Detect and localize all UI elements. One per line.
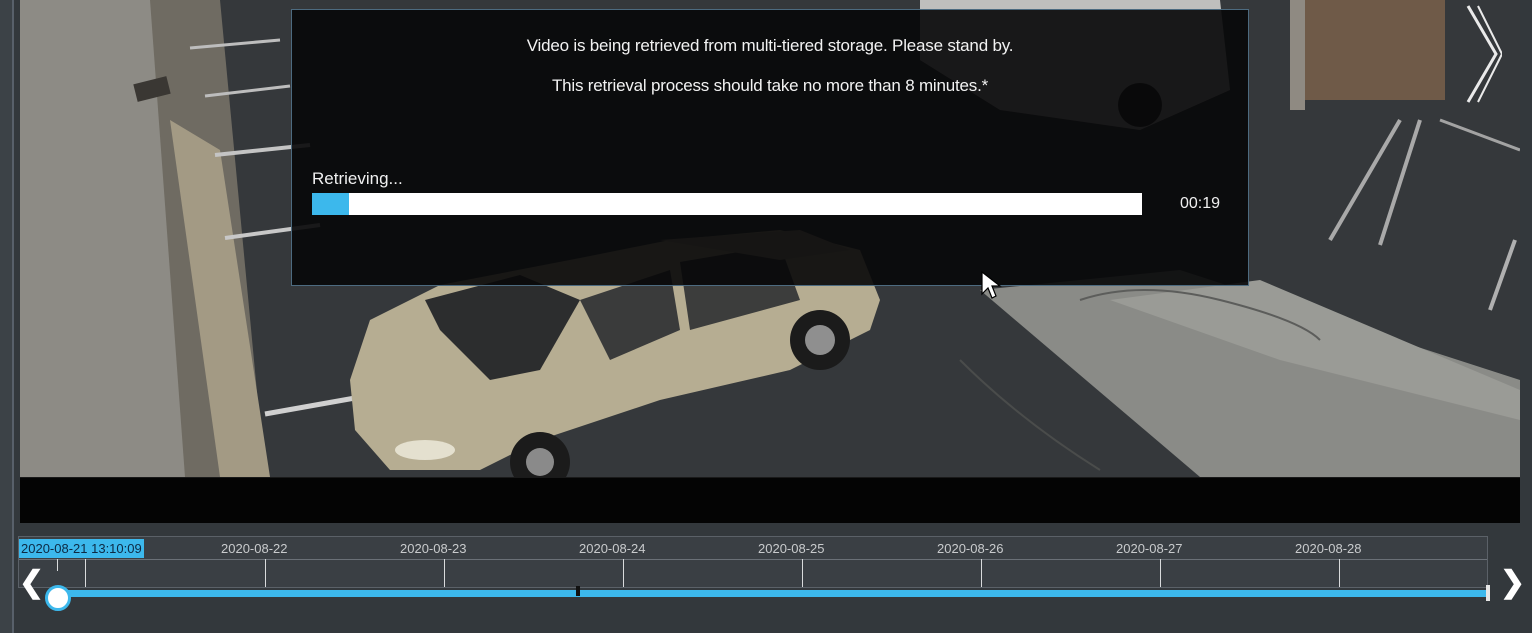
retrieving-status-label: Retrieving... <box>312 169 403 188</box>
timeline-date-label: 2020-08-27 <box>1116 541 1183 556</box>
elapsed-time: 00:19 <box>1180 195 1221 212</box>
timeline-tick <box>85 559 86 587</box>
timeline-date-label: 2020-08-24 <box>579 541 646 556</box>
timeline-day-tick <box>802 559 803 587</box>
timeline-date-label: 2020-08-26 <box>937 541 1004 556</box>
timeline-date-label: 2020-08-22 <box>221 541 288 556</box>
playback-timeline[interactable]: 2020-08-21 13:10:09 2020-08-22 2020-08-23… <box>18 536 1488 588</box>
timeline-day-tick <box>623 559 624 587</box>
current-timestamp: 2020-08-21 13:10:09 <box>19 539 144 558</box>
retrieval-message: Video is being retrieved from multi-tier… <box>526 36 1014 55</box>
timeline-date-label: 2020-08-23 <box>400 541 467 556</box>
retrieval-time-estimate: This retrieval process should take no mo… <box>551 76 989 95</box>
timeline-divider <box>19 559 1487 560</box>
mouse-pointer-icon <box>981 270 1002 299</box>
timeline-day-tick <box>1339 559 1340 587</box>
video-letterbox <box>20 477 1520 523</box>
timeline-scrub-track[interactable] <box>58 590 1490 597</box>
timeline-marker <box>576 586 580 596</box>
timeline-scrub-handle[interactable] <box>45 585 71 611</box>
window-left-border <box>0 0 14 633</box>
timeline-end-marker <box>1486 585 1490 601</box>
retrieval-dialog: Video is being retrieved from multi-tier… <box>291 9 1249 286</box>
timeline-date-label: 2020-08-25 <box>758 541 825 556</box>
timeline-day-tick <box>1160 559 1161 587</box>
retrieval-progress-fill <box>312 193 350 215</box>
timeline-current-tick <box>57 559 58 571</box>
timeline-day-tick <box>981 559 982 587</box>
timeline-day-tick <box>444 559 445 587</box>
previous-period-chevron-left-icon[interactable]: ❮ <box>19 568 44 598</box>
retrieval-progress-bar <box>312 193 1142 215</box>
next-period-chevron-right-icon[interactable]: ❯ <box>1500 568 1525 598</box>
timeline-date-label: 2020-08-28 <box>1295 541 1362 556</box>
timeline-day-tick <box>265 559 266 587</box>
next-camera-chevron-icon[interactable] <box>1462 2 1502 112</box>
